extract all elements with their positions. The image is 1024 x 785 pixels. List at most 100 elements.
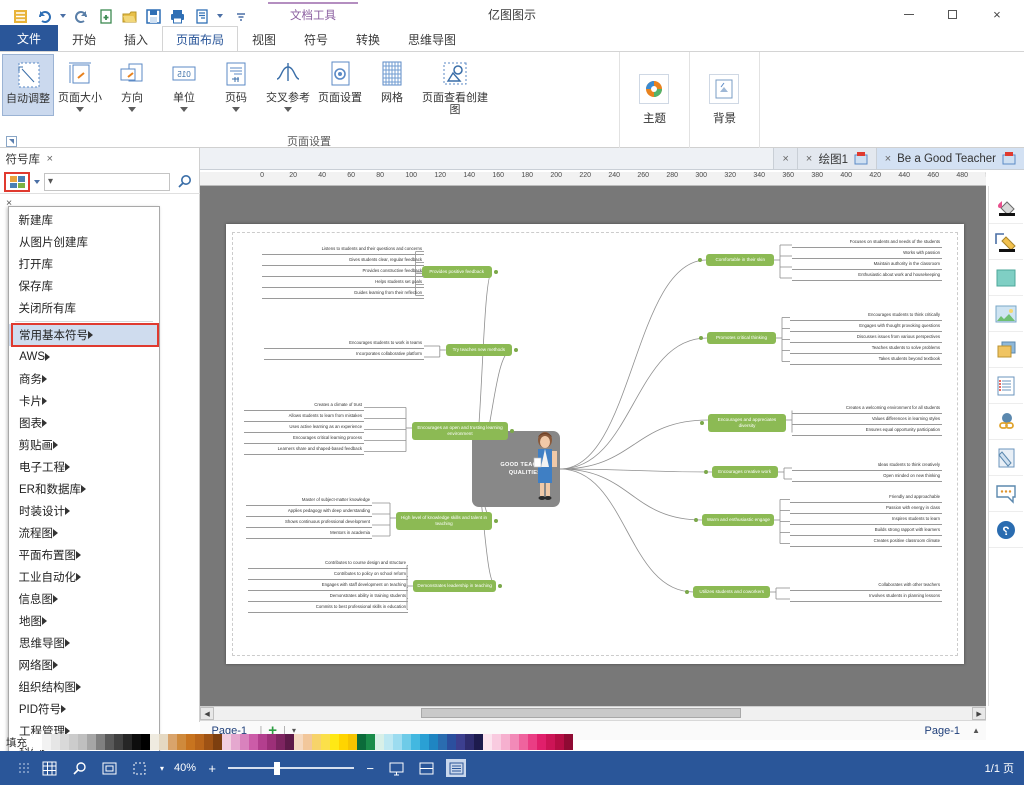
mindmap-leaf-node[interactable]: Encourages students to think critically (790, 310, 942, 321)
print-icon[interactable] (169, 8, 186, 25)
mindmap-leaf-node[interactable]: Contributes to policy on school reform (248, 569, 408, 580)
color-swatch[interactable] (339, 734, 348, 750)
color-swatch[interactable] (105, 734, 114, 750)
horizontal-scroll-thumb[interactable] (421, 708, 741, 718)
ribbon-page-size-button[interactable]: 页面大小 (54, 54, 106, 116)
orientation-caret[interactable] (128, 107, 136, 112)
branch-collapse-dot[interactable] (699, 336, 703, 340)
color-swatch[interactable] (348, 734, 357, 750)
color-swatch[interactable] (483, 734, 492, 750)
color-swatch[interactable] (258, 734, 267, 750)
minimize-window-button[interactable] (900, 6, 918, 24)
document-tab-close-extra[interactable]: × (773, 148, 797, 169)
tab-convert[interactable]: 转换 (342, 26, 394, 51)
mindmap-leaf-node[interactable]: Uses active learning as an experience (244, 422, 364, 433)
color-swatch[interactable] (303, 734, 312, 750)
maximize-window-button[interactable] (944, 6, 962, 24)
qat-more-icon[interactable] (230, 8, 247, 25)
color-swatch[interactable] (492, 734, 501, 750)
mindmap-branch-node[interactable]: High level of knowledge skills and talen… (396, 512, 498, 530)
color-swatch[interactable] (366, 734, 375, 750)
tab-file[interactable]: 文件 (0, 25, 59, 51)
color-swatch[interactable] (213, 734, 222, 750)
split-view-button[interactable] (416, 759, 436, 777)
rail-pen-edit-button[interactable] (989, 224, 1024, 260)
units-caret[interactable] (180, 107, 188, 112)
ribbon-grid-button[interactable]: 网格 (366, 54, 418, 116)
library-menu-item[interactable]: 卡片 (9, 390, 159, 412)
open-library-button[interactable] (4, 171, 30, 192)
scroll-right-arrow[interactable]: ▶ (200, 707, 214, 720)
library-menu-item[interactable]: 从图片创建库 (9, 231, 159, 253)
branch-collapse-dot[interactable] (700, 421, 704, 425)
close-window-button[interactable]: × (988, 6, 1006, 24)
undo-icon[interactable] (73, 8, 90, 25)
mindmap-branch-node[interactable]: Warm and enthusiastic engage (694, 514, 774, 526)
library-menu-item[interactable]: 剪贴画 (9, 434, 159, 456)
cross-reference-caret[interactable] (284, 107, 292, 112)
mindmap-branch-node[interactable]: Promotes critical thinking (699, 332, 776, 344)
page-size-caret[interactable] (76, 107, 84, 112)
color-swatch[interactable] (186, 734, 195, 750)
mindmap-leaf-node[interactable]: Demonstrates ability in training student… (248, 591, 408, 602)
mindmap-leaf-node[interactable]: Collaborates with other teachers (790, 581, 942, 591)
color-swatch[interactable] (195, 734, 204, 750)
color-swatch[interactable] (528, 734, 537, 750)
color-swatch[interactable] (60, 734, 69, 750)
scroll-left-arrow[interactable]: ◀ (972, 707, 986, 720)
symbol-search-button[interactable] (174, 172, 196, 192)
color-swatch[interactable] (276, 734, 285, 750)
color-swatch[interactable] (420, 734, 429, 750)
ribbon-page-settings-button[interactable]: 页面设置 (314, 54, 366, 116)
color-swatch[interactable] (51, 734, 60, 750)
grid-toggle-button[interactable] (40, 759, 60, 777)
color-swatch[interactable] (546, 734, 555, 750)
mindmap-leaf-node[interactable]: Works with passion (792, 249, 942, 259)
library-menu-item[interactable]: 电子工程 (9, 456, 159, 478)
library-menu-item[interactable]: 流程图 (9, 522, 159, 544)
document-tab-be-a-good-teacher[interactable]: × Be a Good Teacher (875, 148, 1024, 169)
mindmap-branch-node[interactable]: Encourages and appreciates diversity (700, 414, 786, 432)
mindmap-leaf-node[interactable]: Ideas students to think creatively (792, 461, 942, 471)
mindmap-leaf-node[interactable]: Provides constructive feedback (262, 266, 424, 277)
color-swatch[interactable] (132, 734, 141, 750)
color-swatch[interactable] (294, 734, 303, 750)
mindmap-leaf-node[interactable]: Maintain authority in the classroom (792, 260, 942, 270)
mindmap-leaf-node[interactable]: Creates a climate of trust (244, 400, 364, 411)
mindmap-leaf-node[interactable]: Friendly and approachable (790, 492, 942, 503)
fit-page-button[interactable] (100, 759, 120, 777)
branch-collapse-dot[interactable] (494, 519, 498, 523)
library-menu-item[interactable]: 图表 (9, 412, 159, 434)
color-swatch[interactable] (474, 734, 483, 750)
rail-comment-button[interactable] (989, 476, 1024, 512)
library-menu-item[interactable]: 常用基本符号 (9, 324, 159, 346)
save-icon[interactable] (145, 8, 162, 25)
color-swatch[interactable] (519, 734, 528, 750)
color-swatch[interactable] (411, 734, 420, 750)
mindmap-diagram[interactable]: GOOD TEACHER QUALITIES Comfortable in the… (226, 224, 964, 664)
open-folder-icon[interactable] (121, 8, 138, 25)
ribbon-cross-reference-button[interactable]: 交叉参考 (262, 54, 314, 116)
mindmap-leaf-node[interactable]: Allows students to learn from mistakes (244, 411, 364, 422)
mindmap-leaf-node[interactable]: Ensures equal opportunity participation (792, 425, 942, 436)
color-swatch[interactable] (438, 734, 447, 750)
combo-caret[interactable]: ▾ (48, 176, 53, 187)
undo-dropdown-caret[interactable] (60, 14, 66, 18)
color-swatch[interactable] (87, 734, 96, 750)
color-swatch[interactable] (564, 734, 573, 750)
library-menu-item[interactable]: ER和数据库 (9, 478, 159, 500)
color-swatch[interactable] (501, 734, 510, 750)
color-swatch[interactable] (393, 734, 402, 750)
branch-collapse-dot[interactable] (494, 270, 498, 274)
page-view-button[interactable] (446, 759, 467, 777)
symbol-search-combobox[interactable]: ▾ (44, 172, 170, 191)
color-swatch[interactable] (285, 734, 294, 750)
color-swatch[interactable] (357, 734, 366, 750)
document-page[interactable]: GOOD TEACHER QUALITIES Comfortable in the… (226, 224, 964, 664)
horizontal-ruler[interactable]: 0 20 40 60 80 100 120 140 160 180 200 220 240 260 280 3… (200, 172, 986, 186)
library-menu-item[interactable]: 关闭所有库 (9, 297, 159, 319)
rail-help-button[interactable]: ? (989, 512, 1024, 548)
tab-view[interactable]: 视图 (238, 26, 290, 51)
close-icon[interactable]: × (806, 153, 812, 165)
color-swatch[interactable] (456, 734, 465, 750)
